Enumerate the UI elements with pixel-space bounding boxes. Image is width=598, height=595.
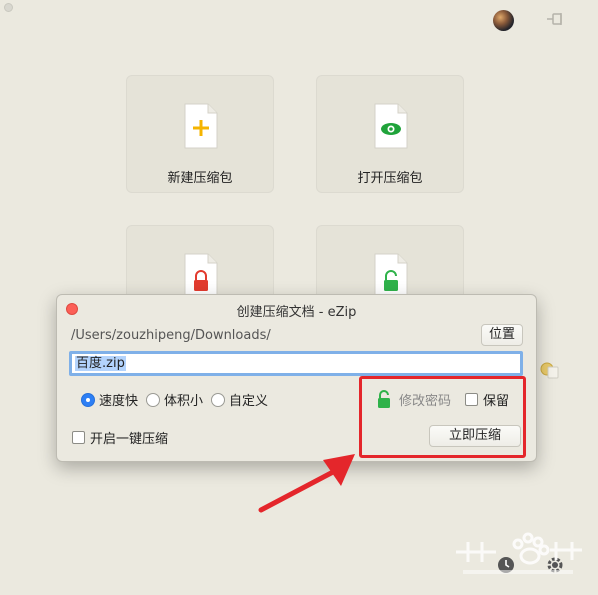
one-click-option[interactable]: 开启一键压缩 — [72, 428, 168, 447]
option-fast-label: 速度快 — [99, 394, 139, 409]
location-button[interactable]: 位置 — [481, 324, 523, 346]
decrypt-tile[interactable] — [316, 225, 464, 305]
tag-icon[interactable] — [539, 361, 559, 379]
option-fast[interactable]: 速度快 — [81, 390, 138, 409]
dialog-title: 创建压缩文档 - eZip — [236, 305, 357, 320]
radio-custom[interactable] — [211, 392, 226, 407]
compression-mode-group: 速度快 体积小 自定义 — [81, 390, 276, 409]
filename-input[interactable]: 百度.zip — [69, 351, 523, 376]
one-click-label: 开启一键压缩 — [90, 432, 169, 447]
add-file-icon — [184, 103, 218, 149]
new-archive-label: 新建压缩包 — [167, 171, 233, 186]
pin-icon[interactable] — [545, 11, 565, 29]
unlock-file-icon — [374, 253, 408, 299]
encrypt-tile[interactable] — [126, 225, 274, 305]
window-control-dot[interactable] — [4, 3, 13, 12]
user-avatar[interactable] — [493, 10, 514, 31]
watermark-logo — [456, 532, 582, 574]
filename-text: 百度.zip — [75, 356, 126, 371]
view-file-icon — [374, 103, 408, 149]
option-small[interactable]: 体积小 — [146, 390, 203, 409]
annotation-highlight-box — [359, 376, 526, 458]
one-click-checkbox[interactable] — [72, 431, 85, 444]
new-archive-tile[interactable]: 新建压缩包 — [126, 75, 274, 193]
lock-file-icon — [184, 253, 218, 299]
radio-small[interactable] — [146, 392, 161, 407]
annotation-arrow — [258, 454, 355, 513]
option-custom[interactable]: 自定义 — [211, 390, 268, 409]
open-archive-tile[interactable]: 打开压缩包 — [316, 75, 464, 193]
radio-fast[interactable] — [81, 392, 95, 407]
option-custom-label: 自定义 — [229, 394, 269, 409]
open-archive-label: 打开压缩包 — [357, 171, 423, 186]
option-small-label: 体积小 — [164, 394, 204, 409]
destination-path: /Users/zouzhipeng/Downloads/ — [71, 328, 271, 343]
